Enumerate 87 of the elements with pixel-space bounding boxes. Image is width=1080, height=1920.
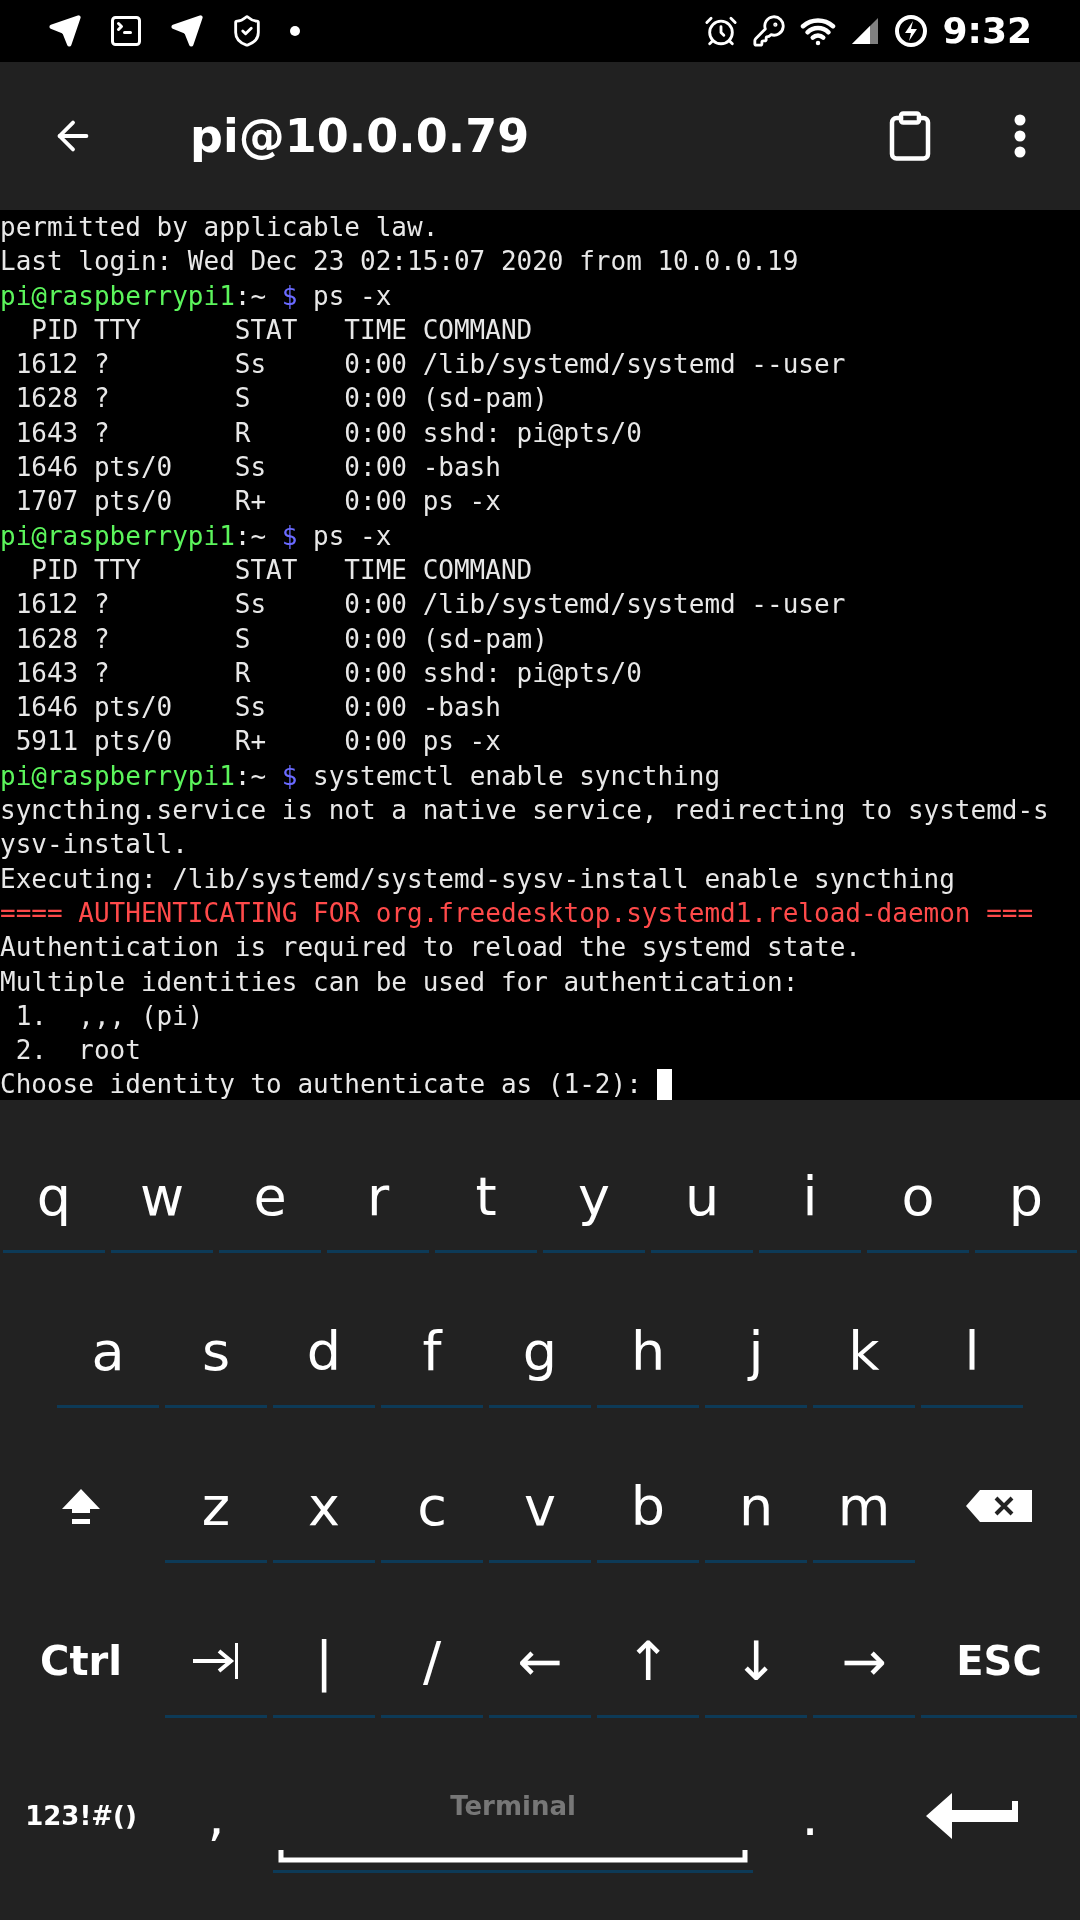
terminal-line: 1643 ? R 0:00 sshd: pi@pts/0 bbox=[14, 656, 643, 690]
keyboard-key[interactable]: ↓ bbox=[705, 1607, 807, 1718]
keyboard-key[interactable]: b bbox=[597, 1452, 699, 1563]
keyboard-key[interactable]: m bbox=[813, 1452, 915, 1563]
keyboard-key[interactable]: ← bbox=[489, 1607, 591, 1718]
command-text: systemctl enable syncthing bbox=[313, 759, 721, 793]
keyboard-key[interactable]: h bbox=[597, 1297, 699, 1408]
terminal-line: Last login: Wed Dec 23 02:15:07 2020 from 10.0.0.19 bbox=[0, 245, 800, 279]
terminal-line: 1707 pts/0 R+ 0:00 ps -x bbox=[14, 485, 502, 519]
command-text: ps -x bbox=[313, 519, 392, 553]
keyboard-key[interactable]: , bbox=[165, 1762, 267, 1873]
enter-icon bbox=[926, 1791, 1018, 1841]
keyboard-key[interactable]: | bbox=[273, 1607, 375, 1718]
prompt-sigil: $ bbox=[280, 519, 299, 553]
terminal-line: 1612 ? Ss 0:00 /lib/systemd/systemd --user bbox=[14, 588, 847, 622]
prompt-path: :~ bbox=[234, 279, 267, 313]
terminal-line: Multiple identities can be used for authentication: bbox=[0, 965, 800, 999]
keyboard-key[interactable]: e bbox=[219, 1142, 321, 1253]
keyboard-key[interactable]: t bbox=[435, 1142, 537, 1253]
prompt-path: :~ bbox=[234, 519, 267, 553]
terminal-line: 1612 ? Ss 0:00 /lib/systemd/systemd --user bbox=[14, 348, 847, 382]
terminal-icon bbox=[108, 13, 144, 49]
keyboard-key[interactable]: q bbox=[3, 1142, 105, 1253]
keyboard-key[interactable]: i bbox=[759, 1142, 861, 1253]
terminal-line: PID TTY STAT TIME COMMAND bbox=[30, 553, 534, 587]
more-options-icon bbox=[1014, 114, 1026, 158]
keyboard-key[interactable]: ↑ bbox=[597, 1607, 699, 1718]
terminal-line: 5911 pts/0 R+ 0:00 ps -x bbox=[14, 725, 502, 759]
keyboard-key[interactable]: w bbox=[111, 1142, 213, 1253]
key-icon bbox=[752, 14, 787, 48]
prompt-path: :~ bbox=[234, 759, 267, 793]
terminal-line: 1. ,,, (pi) bbox=[14, 999, 205, 1033]
keyboard-key[interactable]: n bbox=[705, 1452, 807, 1563]
keyboard-key[interactable]: l bbox=[921, 1297, 1023, 1408]
terminal-line: 1628 ? S 0:00 (sd-pam) bbox=[14, 382, 549, 416]
terminal-line: ysv-install. bbox=[0, 828, 189, 862]
prompt-user: pi@raspberrypi1 bbox=[0, 519, 235, 553]
keyboard-key[interactable]: v bbox=[489, 1452, 591, 1563]
keyboard-key[interactable]: p bbox=[975, 1142, 1077, 1253]
keyboard-key[interactable]: u bbox=[651, 1142, 753, 1253]
keyboard-key[interactable]: c bbox=[381, 1452, 483, 1563]
keyboard-key[interactable]: y bbox=[543, 1142, 645, 1253]
keyboard-key[interactable]: Ctrl bbox=[3, 1607, 159, 1718]
notification-dot-icon bbox=[290, 26, 300, 36]
space-key[interactable]: Terminal bbox=[273, 1762, 753, 1873]
send-icon bbox=[48, 14, 82, 48]
keyboard-key[interactable]: o bbox=[867, 1142, 969, 1253]
command-text: ps -x bbox=[313, 279, 392, 313]
keyboard-key[interactable]: . bbox=[759, 1762, 861, 1873]
tab-icon bbox=[191, 1641, 241, 1681]
keyboard-key[interactable]: r bbox=[327, 1142, 429, 1253]
terminal-line: PID TTY STAT TIME COMMAND bbox=[30, 313, 534, 347]
clock-time: 9:32 bbox=[942, 9, 1032, 53]
keyboard-key[interactable]: / bbox=[381, 1607, 483, 1718]
app-title: pi@10.0.0.79 bbox=[190, 107, 530, 165]
keyboard-key[interactable]: k bbox=[813, 1297, 915, 1408]
prompt-user: pi@raspberrypi1 bbox=[0, 279, 235, 313]
prompt-sigil: $ bbox=[280, 279, 299, 313]
terminal-line: 1646 pts/0 Ss 0:00 -bash bbox=[14, 691, 502, 725]
terminal-line: Executing: /lib/systemd/systemd-sysv-install enable syncthing bbox=[0, 862, 956, 896]
keyboard-key[interactable]: g bbox=[489, 1297, 591, 1408]
keyboard-key[interactable]: z bbox=[165, 1452, 267, 1563]
alarm-icon bbox=[704, 14, 739, 48]
send-icon bbox=[170, 14, 204, 48]
terminal-line: ==== AUTHENTICATING FOR org.freedesktop.systemd1.reload-daemon === bbox=[0, 896, 1035, 930]
terminal-line: 1643 ? R 0:00 sshd: pi@pts/0 bbox=[14, 416, 643, 450]
terminal-line: syncthing.service is not a native service, redirecting to systemd-s bbox=[0, 794, 1050, 828]
terminal-line: 2. root bbox=[14, 1034, 142, 1068]
keyboard-key[interactable]: x bbox=[273, 1452, 375, 1563]
battery-charging-icon bbox=[894, 14, 929, 48]
keyboard-key[interactable]: → bbox=[813, 1607, 915, 1718]
keyboard-key[interactable]: s bbox=[165, 1297, 267, 1408]
prompt-user: pi@raspberrypi1 bbox=[0, 759, 235, 793]
keyboard-key[interactable]: a bbox=[57, 1297, 159, 1408]
keyboard-key[interactable]: f bbox=[381, 1297, 483, 1408]
terminal-line: Choose identity to authenticate as (1-2): bbox=[0, 1068, 643, 1102]
terminal-line: 1646 pts/0 Ss 0:00 -bash bbox=[14, 451, 502, 485]
backspace-icon bbox=[966, 1490, 1032, 1522]
prompt-sigil: $ bbox=[280, 759, 299, 793]
terminal-line: 1628 ? S 0:00 (sd-pam) bbox=[14, 622, 549, 656]
keyboard-key[interactable]: 123!#() bbox=[3, 1762, 159, 1873]
terminal-line: permitted by applicable law. bbox=[0, 211, 440, 244]
keyboard-key[interactable]: j bbox=[705, 1297, 807, 1408]
keyboard-key[interactable]: ESC bbox=[921, 1607, 1077, 1718]
terminal-line: Authentication is required to reload the systemd state. bbox=[0, 931, 862, 965]
keyboard-key[interactable]: d bbox=[273, 1297, 375, 1408]
signal-icon bbox=[850, 16, 881, 46]
